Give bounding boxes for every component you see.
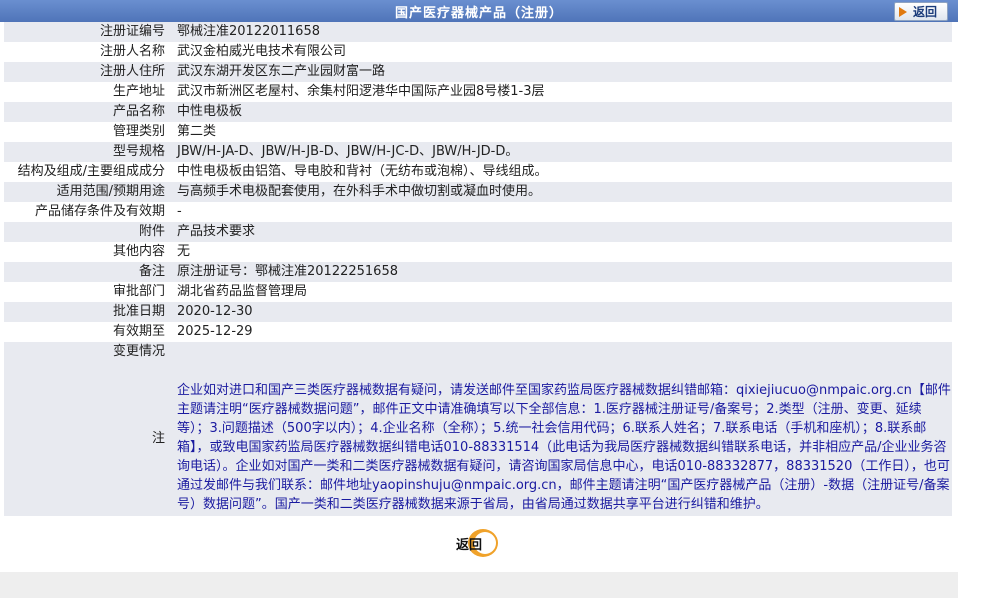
row-label: 注册证编号 xyxy=(4,22,171,42)
row-label: 生产地址 xyxy=(4,82,171,102)
table-row: 审批部门 湖北省药品监督管理局 xyxy=(4,282,952,302)
row-label: 附件 xyxy=(4,222,171,242)
table-row: 适用范围/预期用途 与高频手术电极配套使用，在外科手术中做切割或凝血时使用。 xyxy=(4,182,952,202)
row-value: 武汉东湖开发区东二产业园财富一路 xyxy=(171,62,952,82)
row-value: 鄂械注准20122011658 xyxy=(171,22,952,42)
arrow-right-icon xyxy=(898,6,907,17)
row-label: 产品储存条件及有效期 xyxy=(4,202,171,222)
table-row: 附件 产品技术要求 xyxy=(4,222,952,242)
row-label: 变更情况 xyxy=(4,342,171,362)
table-row: 管理类别 第二类 xyxy=(4,122,952,142)
table-row: 批准日期 2020-12-30 xyxy=(4,302,952,322)
table-row: 其他内容无 xyxy=(4,242,952,262)
bottom-strip xyxy=(0,572,958,598)
right-gutter xyxy=(958,0,996,560)
table-row: 产品名称 中性电极板 xyxy=(4,102,952,122)
row-value: 第二类 xyxy=(171,122,952,142)
row-value: 产品技术要求 xyxy=(171,222,952,242)
back-button-top-label: 返回 xyxy=(912,5,937,19)
row-value: 武汉市新洲区老屋村、余集村阳逻港华中国际产业园8号楼1-3层 xyxy=(171,82,952,102)
note-text: 企业如对进口和国产三类医疗器械数据有疑问，请发送邮件至国家药监局医疗器械数据纠错… xyxy=(171,362,952,516)
note-label: 注 xyxy=(4,362,171,516)
row-label: 审批部门 xyxy=(4,282,171,302)
note-row: 注企业如对进口和国产三类医疗器械数据有疑问，请发送邮件至国家药监局医疗器械数据纠… xyxy=(4,362,952,516)
row-value: 中性电极板由铝箔、导电胶和背衬（无纺布或泡棉）、导线组成。 xyxy=(171,162,952,182)
back-button-bottom-label: 返回 xyxy=(456,537,483,553)
table-row: 生产地址 武汉市新洲区老屋村、余集村阳逻港华中国际产业园8号楼1-3层 xyxy=(4,82,952,102)
table-row: 变更情况 xyxy=(4,342,952,362)
page-frame: 国产医疗器械产品（注册） 返回 注册证编号 鄂械注准20122011658 注册人名… xyxy=(0,0,958,560)
table-row: 结构及组成/主要组成成分 中性电极板由铝箔、导电胶和背衬（无纺布或泡棉）、导线组成… xyxy=(4,162,952,182)
row-value: 中性电极板 xyxy=(171,102,952,122)
row-label: 注册人名称 xyxy=(4,42,171,62)
row-value: 武汉金柏威光电技术有限公司 xyxy=(171,42,952,62)
table-row: 型号规格 JBW/H-JA-D、JBW/H-JB-D、JBW/H-JC-D、JBW… xyxy=(4,142,952,162)
row-label: 型号规格 xyxy=(4,142,171,162)
title-bar: 国产医疗器械产品（注册） 返回 xyxy=(0,0,958,22)
back-button-bottom[interactable]: 返回 xyxy=(454,529,500,557)
row-value: 2020-12-30 xyxy=(171,302,952,322)
row-value xyxy=(171,342,952,362)
back-button-top[interactable]: 返回 xyxy=(893,2,948,21)
table-row: 注册人住所 武汉东湖开发区东二产业园财富一路 xyxy=(4,62,952,82)
row-label: 备注 xyxy=(4,262,171,282)
table-row: 有效期至 2025-12-29 xyxy=(4,322,952,342)
row-label: 注册人住所 xyxy=(4,62,171,82)
table-row: 备注 原注册证号：鄂械注准20122251658 xyxy=(4,262,952,282)
row-value: - xyxy=(171,202,952,222)
row-value: 湖北省药品监督管理局 xyxy=(171,282,952,302)
row-label: 结构及组成/主要组成成分 xyxy=(4,162,171,182)
table-row: 注册证编号 鄂械注准20122011658 xyxy=(4,22,952,42)
page-title: 国产医疗器械产品（注册） xyxy=(394,5,563,21)
detail-table: 注册证编号 鄂械注准20122011658 注册人名称 武汉金柏威光电技术有限公司 注册… xyxy=(4,22,952,516)
row-value: 与高频手术电极配套使用，在外科手术中做切割或凝血时使用。 xyxy=(171,182,952,202)
table-row: 产品储存条件及有效期 - xyxy=(4,202,952,222)
row-value: 2025-12-29 xyxy=(171,322,952,342)
row-value: 原注册证号：鄂械注准20122251658 xyxy=(171,262,952,282)
row-label: 管理类别 xyxy=(4,122,171,142)
row-label: 其他内容 xyxy=(4,242,171,262)
row-value: JBW/H-JA-D、JBW/H-JB-D、JBW/H-JC-D、JBW/H-J… xyxy=(171,142,952,162)
row-label: 适用范围/预期用途 xyxy=(4,182,171,202)
row-label: 产品名称 xyxy=(4,102,171,122)
row-label: 有效期至 xyxy=(4,322,171,342)
row-label: 批准日期 xyxy=(4,302,171,322)
row-value: 无 xyxy=(171,242,952,262)
table-row: 注册人名称 武汉金柏威光电技术有限公司 xyxy=(4,42,952,62)
